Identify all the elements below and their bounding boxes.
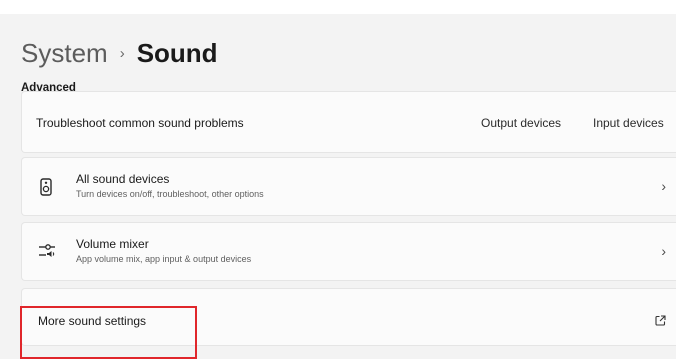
all-sound-devices-subtitle: Turn devices on/off, troubleshoot, other… (76, 189, 264, 199)
all-sound-devices-row[interactable]: All sound devices Turn devices on/off, t… (21, 157, 676, 216)
output-devices-link[interactable]: Output devices (481, 116, 561, 130)
breadcrumb-system[interactable]: System (21, 38, 108, 69)
mixer-icon (39, 244, 55, 263)
troubleshoot-card: Troubleshoot common sound problems Outpu… (21, 91, 676, 153)
chevron-right-icon: › (661, 243, 666, 259)
all-sound-devices-title: All sound devices (76, 172, 170, 186)
speaker-icon (40, 178, 52, 201)
external-link-icon (655, 313, 666, 331)
breadcrumb-separator-icon: › (119, 45, 125, 62)
input-devices-link[interactable]: Input devices (593, 116, 664, 130)
breadcrumb: System › Sound (21, 38, 218, 69)
volume-mixer-row[interactable]: Volume mixer App volume mix, app input &… (21, 222, 676, 281)
page-title: Sound (136, 38, 218, 68)
highlight-box (20, 306, 197, 359)
volume-mixer-subtitle: App volume mix, app input & output devic… (76, 254, 252, 264)
volume-mixer-title: Volume mixer (76, 237, 149, 251)
troubleshoot-title: Troubleshoot common sound problems (36, 116, 244, 130)
chevron-right-icon: › (661, 178, 666, 194)
